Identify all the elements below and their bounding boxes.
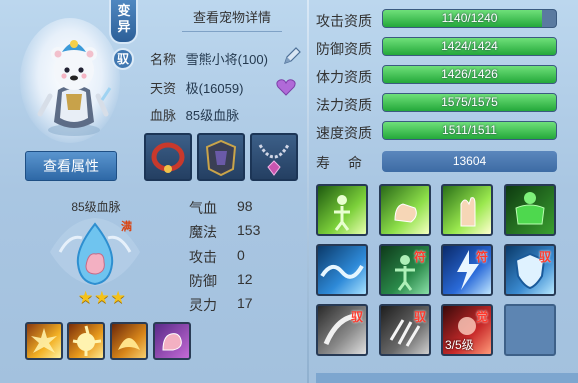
view-pet-details-link[interactable]: 查看宠物详情 xyxy=(182,8,282,32)
pet-bloodline-value: 85级血脉 xyxy=(185,108,240,123)
star-rating-icon: ★★★ xyxy=(78,288,127,307)
hand-glow-icon xyxy=(394,203,417,223)
aptitude-bar-speed: 1511/1511 xyxy=(382,121,557,140)
skill-tag-rune: 符 xyxy=(413,250,426,264)
skill-slot-4[interactable] xyxy=(504,184,556,236)
explosion-icon xyxy=(72,325,102,356)
armor-icon xyxy=(205,139,237,177)
stat-defense: 防御 12 xyxy=(189,271,253,291)
aptitude-label-magic: 法力资质 xyxy=(316,97,372,113)
skill-slot-9[interactable]: 驭 xyxy=(316,304,368,356)
aptitude-bar-attack: 1140/1240 xyxy=(382,9,557,28)
ride-badge: 驭 xyxy=(112,48,134,70)
aptitude-label-stamina: 体力资质 xyxy=(316,69,372,85)
skill-tag-awaken: 觉 xyxy=(475,310,488,324)
pet-talent-row: 天资 极(16059) xyxy=(150,78,243,97)
stat-label: 魔法 xyxy=(189,224,217,240)
burst-icon xyxy=(31,328,57,353)
edit-name-icon[interactable] xyxy=(282,46,302,66)
pet-talent-label: 天资 xyxy=(150,81,177,96)
pet-portrait[interactable] xyxy=(36,30,112,138)
skill-slot-10[interactable]: 驭 xyxy=(379,304,431,356)
aptitude-bar-defense: 1424/1424 xyxy=(382,37,557,56)
bloodline-skill-1[interactable] xyxy=(25,322,63,360)
red-collar-icon xyxy=(151,142,185,173)
pet-bloodline-label: 血脉 xyxy=(150,108,177,123)
pendant-icon xyxy=(258,144,290,176)
pet-name-value: 雪熊小将(100) xyxy=(185,52,268,67)
pet-name-label: 名称 xyxy=(150,52,177,67)
heart-icon[interactable] xyxy=(276,78,296,96)
bloodline-full-tag: 满 xyxy=(121,221,132,233)
lifespan-value: 13604 xyxy=(382,151,557,172)
palm-glow-icon xyxy=(460,197,476,227)
bloodline-skill-2[interactable] xyxy=(67,322,105,360)
skill-slot-empty[interactable] xyxy=(504,304,556,356)
pet-name-row: 名称 雪熊小将(100) xyxy=(150,49,268,68)
pet-talent-value: 极(16059) xyxy=(185,81,244,96)
green-spirit-icon xyxy=(334,195,350,231)
stat-value: 17 xyxy=(237,295,253,311)
bloodline-skill-3[interactable] xyxy=(110,322,148,360)
water-wave-icon xyxy=(320,264,364,279)
stat-value: 0 xyxy=(237,247,245,263)
stat-label: 防御 xyxy=(189,273,217,289)
skill-tag-rune: 符 xyxy=(475,250,488,264)
panel-divider xyxy=(307,0,309,383)
stat-mp: 魔法 153 xyxy=(189,222,260,242)
fire-burst-icon xyxy=(118,338,140,350)
stat-value: 98 xyxy=(237,198,253,214)
skill-slot-2[interactable] xyxy=(379,184,431,236)
mutant-badge-text: 变异 xyxy=(117,3,131,34)
lifespan-label: 寿命 xyxy=(316,155,380,171)
skill-slot-8[interactable]: 驭 xyxy=(504,244,556,296)
bloodline-emblem[interactable] xyxy=(40,212,150,292)
stat-label: 攻击 xyxy=(189,249,217,265)
skill-slot-3[interactable] xyxy=(441,184,493,236)
equip-slot-armor[interactable] xyxy=(197,133,245,181)
aptitude-label-attack: 攻击资质 xyxy=(316,13,372,29)
aptitude-label-speed: 速度资质 xyxy=(316,125,372,141)
aptitude-value: 1424/1424 xyxy=(441,39,498,53)
aptitude-bar-stamina: 1426/1426 xyxy=(382,65,557,84)
stat-attack: 攻击 0 xyxy=(189,247,245,267)
mutant-badge: 变异 xyxy=(109,0,138,44)
aptitude-value: 1140/1240 xyxy=(441,11,498,25)
skill-tag-ride: 驭 xyxy=(350,310,363,324)
skill-slot-7[interactable]: 符 xyxy=(441,244,493,296)
aptitude-label-defense: 防御资质 xyxy=(316,41,372,57)
aptitude-bar-magic: 1575/1575 xyxy=(382,93,557,112)
equip-slot-necklace[interactable] xyxy=(144,133,192,181)
skill-slot-11[interactable]: 觉 3/5级 xyxy=(441,304,493,356)
pet-bloodline-row: 血脉 85级血脉 xyxy=(150,105,239,124)
skill-slot-5[interactable] xyxy=(316,244,368,296)
stat-label: 灵力 xyxy=(189,297,217,313)
stat-hp: 气血 98 xyxy=(189,198,253,218)
skill-tag-ride: 驭 xyxy=(538,250,551,264)
skill-slot-1[interactable] xyxy=(316,184,368,236)
stat-value: 153 xyxy=(237,222,261,238)
stat-value: 12 xyxy=(237,271,253,287)
stat-label: 气血 xyxy=(189,200,217,216)
aptitude-value: 1426/1426 xyxy=(441,67,498,81)
aptitude-value: 1575/1575 xyxy=(441,95,498,109)
bloodline-skill-4[interactable] xyxy=(153,322,191,360)
aptitude-value: 1511/1511 xyxy=(442,123,497,137)
awaken-level: 3/5级 xyxy=(445,338,474,352)
view-attributes-button[interactable]: 查看属性 xyxy=(25,151,117,181)
skill-tag-ride: 驭 xyxy=(413,310,426,324)
stat-spirit: 灵力 17 xyxy=(189,295,253,315)
equip-slot-amulet[interactable] xyxy=(250,133,298,181)
muscle-giant-icon xyxy=(515,192,545,225)
skill-slot-6[interactable]: 符 xyxy=(379,244,431,296)
strength-arm-icon xyxy=(162,333,182,351)
bottom-edge-strip xyxy=(316,373,578,383)
